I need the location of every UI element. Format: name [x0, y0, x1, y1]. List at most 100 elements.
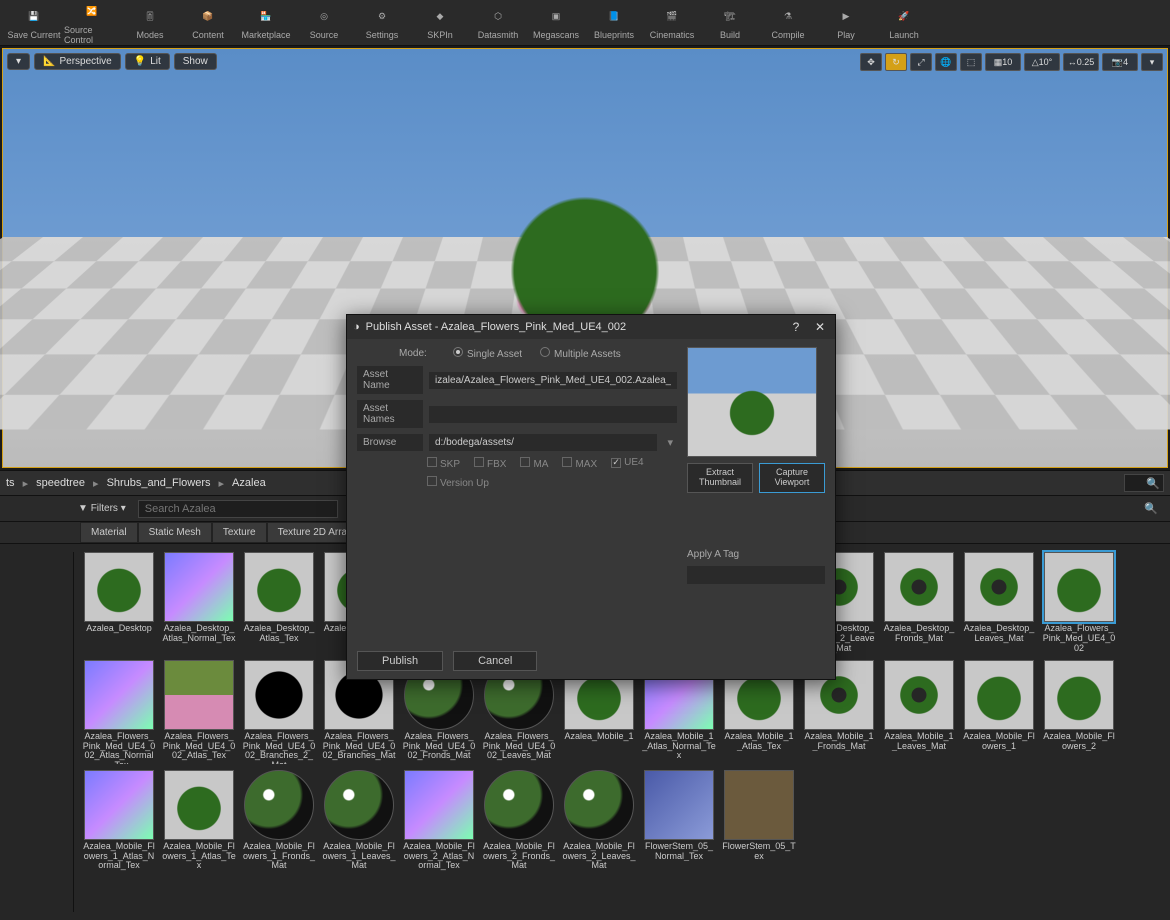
- asset-thumb[interactable]: Azalea_Desktop_Atlas_Tex: [242, 552, 316, 654]
- ma-checkbox[interactable]: MA: [520, 457, 548, 470]
- skpin-button[interactable]: ◆SKPIn: [412, 1, 468, 45]
- surface-snap-icon[interactable]: ⬚: [960, 53, 982, 71]
- asset-thumb[interactable]: Azalea_Mobile_Flowers_1_Leaves_Mat: [322, 770, 396, 872]
- asset-thumb-image: [164, 770, 234, 840]
- asset-thumb[interactable]: Azalea_Mobile_Flowers_1_Fronds_Mat: [242, 770, 316, 872]
- filters-dropdown[interactable]: ▼ Filters ▾: [72, 501, 132, 516]
- source-button[interactable]: ◎Source: [296, 1, 352, 45]
- asset-thumb[interactable]: FlowerStem_05_Tex: [722, 770, 796, 872]
- asset-name-field[interactable]: [429, 372, 677, 389]
- marketplace-button[interactable]: 🏪Marketplace: [238, 1, 294, 45]
- asset-thumb-image: [1044, 660, 1114, 730]
- asset-thumb-label: Azalea_Desktop_Atlas_Tex: [242, 624, 316, 644]
- lit-button[interactable]: 💡 Lit: [125, 53, 170, 70]
- asset-thumb[interactable]: FlowerStem_05_Normal_Tex: [642, 770, 716, 872]
- max-checkbox[interactable]: MAX: [562, 457, 597, 470]
- search-icon-right[interactable]: 🔍: [1144, 502, 1158, 515]
- viewport-dropdown-icon[interactable]: ▾: [7, 53, 30, 70]
- cinematics-button[interactable]: 🎬Cinematics: [644, 1, 700, 45]
- capture-viewport-button[interactable]: Capture Viewport: [759, 463, 825, 493]
- asset-thumb-label: Azalea_Mobile_1_Fronds_Mat: [802, 732, 876, 752]
- dialog-titlebar[interactable]: ◑ Publish Asset - Azalea_Flowers_Pink_Me…: [347, 315, 835, 339]
- fbx-checkbox[interactable]: FBX: [474, 457, 506, 470]
- asset-thumb[interactable]: Azalea_Flowers_Pink_Med_UE4_002_Atlas_No…: [82, 660, 156, 764]
- skp-checkbox[interactable]: SKP: [427, 457, 460, 470]
- breadcrumb-item[interactable]: ts: [6, 477, 15, 489]
- perspective-button[interactable]: 📐 Perspective: [34, 53, 121, 70]
- filter-tab[interactable]: Static Mesh: [138, 522, 212, 543]
- search-input[interactable]: [138, 500, 338, 518]
- asset-thumb[interactable]: Azalea_Mobile_Flowers_2_Fronds_Mat: [482, 770, 556, 872]
- asset-thumb[interactable]: Azalea_Desktop_Leaves_Mat: [962, 552, 1036, 654]
- asset-thumb[interactable]: Azalea_Flowers_Pink_Med_UE4_002_Branches…: [242, 660, 316, 764]
- asset-thumb[interactable]: Azalea_Mobile_Flowers_1: [962, 660, 1036, 764]
- blueprints-icon: 📘: [603, 6, 625, 28]
- extract-thumbnail-button[interactable]: Extract Thumbnail: [687, 463, 753, 493]
- ue4-checkbox[interactable]: ✓UE4: [611, 457, 643, 470]
- blueprints-button[interactable]: 📘Blueprints: [586, 1, 642, 45]
- cancel-button[interactable]: Cancel: [453, 651, 537, 671]
- settings-button[interactable]: ⚙Settings: [354, 1, 410, 45]
- globe-icon[interactable]: 🌐: [935, 53, 957, 71]
- content-button[interactable]: 📦Content: [180, 1, 236, 45]
- asset-thumb[interactable]: Azalea_Flowers_Pink_Med_UE4_002: [1042, 552, 1116, 654]
- browse-field[interactable]: [429, 434, 657, 451]
- asset-thumb[interactable]: Azalea_Desktop: [82, 552, 156, 654]
- grid-snap-value[interactable]: ▦ 10: [985, 53, 1021, 71]
- help-button[interactable]: ?: [787, 318, 805, 336]
- breadcrumb-item[interactable]: Shrubs_and_Flowers: [107, 477, 211, 489]
- scale-snap-value[interactable]: ↔ 0.25: [1063, 53, 1099, 71]
- compile-button[interactable]: ⚗Compile: [760, 1, 816, 45]
- camera-speed[interactable]: 📷 4: [1102, 53, 1138, 71]
- scale-icon[interactable]: ⤢: [910, 53, 932, 71]
- megascans-button[interactable]: ▣Megascans: [528, 1, 584, 45]
- search-icon[interactable]: 🔍: [1124, 474, 1164, 492]
- show-button[interactable]: Show: [174, 53, 217, 70]
- asset-thumb[interactable]: Azalea_Desktop_Atlas_Normal_Tex: [162, 552, 236, 654]
- play-button[interactable]: ▶Play: [818, 1, 874, 45]
- sources-panel[interactable]: [8, 552, 74, 912]
- filter-tab[interactable]: Texture: [212, 522, 267, 543]
- build-icon: 🏗: [719, 6, 741, 28]
- breadcrumb-item[interactable]: speedtree: [36, 477, 85, 489]
- single-asset-radio[interactable]: Single Asset: [453, 347, 522, 360]
- asset-thumb[interactable]: Azalea_Mobile_Flowers_2_Leaves_Mat: [562, 770, 636, 872]
- asset-names-field[interactable]: [429, 406, 677, 423]
- multiple-assets-radio[interactable]: Multiple Assets: [540, 347, 621, 360]
- breadcrumb-item[interactable]: Azalea: [232, 477, 266, 489]
- asset-thumb-label: FlowerStem_05_Tex: [722, 842, 796, 862]
- apply-tag-field[interactable]: [687, 566, 825, 584]
- asset-thumb[interactable]: Azalea_Mobile_Flowers_1_Atlas_Normal_Tex: [82, 770, 156, 872]
- asset-thumb[interactable]: Azalea_Mobile_Flowers_2: [1042, 660, 1116, 764]
- browse-dropdown-icon[interactable]: ▾: [663, 436, 677, 449]
- datasmith-button[interactable]: ⬡Datasmith: [470, 1, 526, 45]
- maximize-icon[interactable]: ▾: [1141, 53, 1163, 71]
- asset-thumb[interactable]: Azalea_Flowers_Pink_Med_UE4_002_Atlas_Te…: [162, 660, 236, 764]
- modes-button[interactable]: 🎚Modes: [122, 1, 178, 45]
- translate-icon[interactable]: ✥: [860, 53, 882, 71]
- asset-thumb[interactable]: Azalea_Mobile_1_Leaves_Mat: [882, 660, 956, 764]
- asset-thumb-label: Azalea_Mobile_1: [564, 732, 633, 742]
- source-control-button[interactable]: 🔀Source Control: [64, 1, 120, 45]
- asset-thumb-label: Azalea_Desktop_Leaves_Mat: [962, 624, 1036, 644]
- publish-button[interactable]: Publish: [357, 651, 443, 671]
- save-current-button[interactable]: 💾Save Current: [6, 1, 62, 45]
- source-control-icon: 🔀: [81, 1, 103, 23]
- asset-thumb-image: [964, 660, 1034, 730]
- build-button[interactable]: 🏗Build: [702, 1, 758, 45]
- datasmith-icon: ⬡: [487, 6, 509, 28]
- asset-thumb[interactable]: Azalea_Mobile_Flowers_1_Atlas_Tex: [162, 770, 236, 872]
- launch-button[interactable]: 🚀Launch: [876, 1, 932, 45]
- filter-tab[interactable]: Material: [80, 522, 138, 543]
- asset-thumb[interactable]: Azalea_Desktop_Fronds_Mat: [882, 552, 956, 654]
- ue-logo-icon: ◑: [353, 321, 360, 333]
- version-up-checkbox[interactable]: Version Up: [427, 476, 489, 489]
- asset-thumb[interactable]: Azalea_Mobile_Flowers_2_Atlas_Normal_Tex: [402, 770, 476, 872]
- close-button[interactable]: ✕: [811, 318, 829, 336]
- source-icon: ◎: [313, 6, 335, 28]
- compile-icon: ⚗: [777, 6, 799, 28]
- asset-names-label: Asset Names: [357, 400, 423, 428]
- rotate-icon[interactable]: ↻: [885, 53, 907, 71]
- angle-snap-value[interactable]: △ 10°: [1024, 53, 1060, 71]
- asset-thumb-label: Azalea_Mobile_1_Leaves_Mat: [882, 732, 956, 752]
